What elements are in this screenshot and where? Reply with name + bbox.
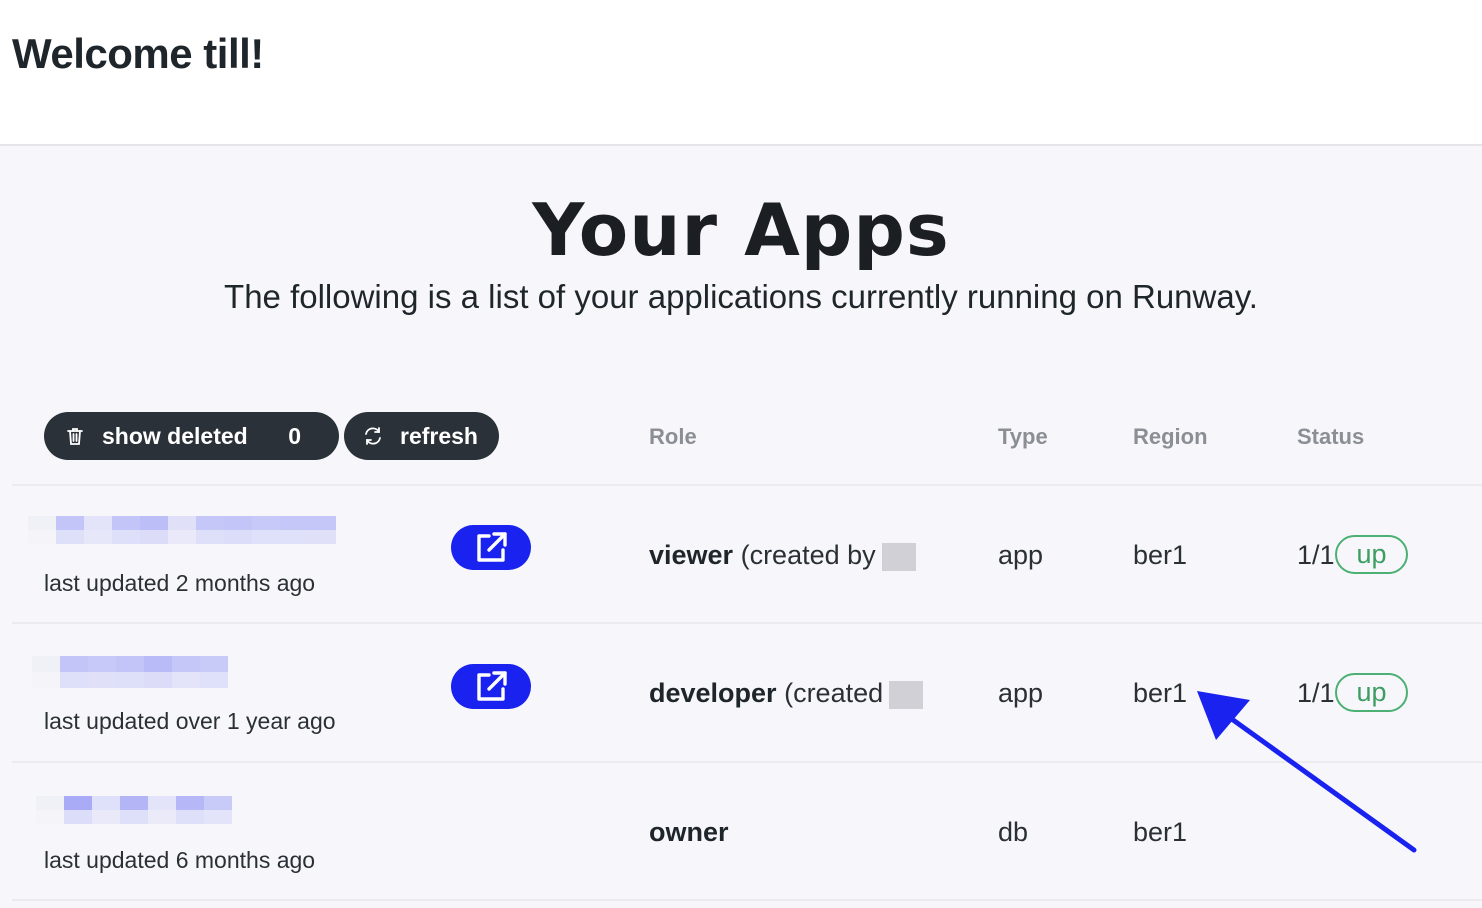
role-name: developer bbox=[649, 678, 777, 708]
external-link-icon bbox=[477, 531, 507, 562]
redacted-app-name[interactable] bbox=[32, 656, 228, 688]
last-updated: last updated 6 months ago bbox=[44, 847, 316, 873]
role-creator: (created by bbox=[740, 540, 876, 570]
refresh-button[interactable]: refresh bbox=[344, 412, 499, 460]
refresh-icon bbox=[362, 425, 384, 447]
column-header-region[interactable]: Region bbox=[1133, 424, 1208, 450]
redacted-creator bbox=[889, 680, 924, 709]
region-cell: ber1 bbox=[1133, 678, 1188, 708]
status-badge: up bbox=[1335, 673, 1408, 712]
type-cell: app bbox=[998, 678, 1044, 708]
show-deleted-button[interactable]: show deleted 0 bbox=[44, 412, 339, 460]
column-header-status[interactable]: Status bbox=[1297, 424, 1364, 450]
role-cell: owner bbox=[649, 817, 729, 848]
top-bar: Welcome till! bbox=[0, 0, 1482, 146]
role-cell: viewer (created by bbox=[649, 540, 916, 571]
redacted-app-name[interactable] bbox=[28, 516, 336, 544]
type-cell: app bbox=[998, 540, 1044, 570]
role-name: viewer bbox=[649, 540, 734, 570]
refresh-label: refresh bbox=[400, 422, 478, 449]
trash-icon bbox=[64, 425, 86, 447]
row-divider bbox=[12, 899, 1482, 901]
last-updated: last updated over 1 year ago bbox=[44, 708, 336, 734]
deleted-count: 0 bbox=[288, 422, 301, 449]
page-subtitle: The following is a list of your applicat… bbox=[224, 278, 1258, 315]
type-cell: db bbox=[998, 817, 1029, 847]
role-creator: (created bbox=[784, 678, 884, 708]
open-app-button[interactable] bbox=[451, 664, 531, 709]
column-header-type[interactable]: Type bbox=[998, 424, 1048, 450]
row-divider bbox=[12, 622, 1482, 624]
role-cell: developer (created bbox=[649, 678, 924, 709]
page-title: Your Apps bbox=[532, 188, 950, 272]
external-link-icon bbox=[477, 670, 507, 701]
status-badge: up bbox=[1335, 535, 1408, 574]
show-deleted-label: show deleted bbox=[102, 422, 248, 449]
role-name: owner bbox=[649, 817, 729, 847]
redacted-creator bbox=[881, 542, 916, 571]
column-header-role[interactable]: Role bbox=[649, 424, 697, 450]
instance-count: 1/1 bbox=[1297, 540, 1335, 570]
open-app-button[interactable] bbox=[451, 525, 531, 570]
instance-count: 1/1 bbox=[1297, 678, 1335, 708]
region-cell: ber1 bbox=[1133, 540, 1188, 570]
welcome-message: Welcome till! bbox=[12, 30, 264, 77]
row-divider bbox=[12, 484, 1482, 486]
last-updated: last updated 2 months ago bbox=[44, 570, 316, 596]
redacted-app-name[interactable] bbox=[36, 796, 232, 824]
row-divider bbox=[12, 761, 1482, 763]
region-cell: ber1 bbox=[1133, 817, 1188, 847]
